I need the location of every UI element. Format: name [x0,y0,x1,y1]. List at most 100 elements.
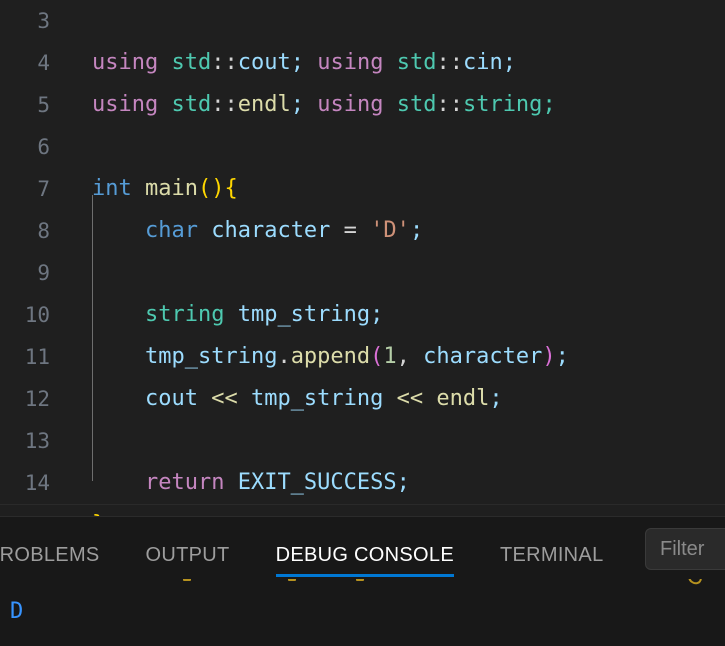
bottom-panel: PROBLEMS OUTPUT DEBUG CONSOLE TERMINAL Filt… [0,516,725,646]
code-line[interactable]: 11 tmp_string.append(1, character); [0,336,725,378]
code-line-text: using std::cout; using std::cin; [62,42,516,84]
code-token: ; [555,344,569,369]
code-line[interactable]: 9 [0,252,725,294]
code-token: tmp_string [144,344,278,369]
code-token: ; [370,302,384,327]
code-token: :: [211,50,238,75]
code-token: :: [436,50,463,75]
code-line[interactable]: 7 int main(){ [0,168,725,210]
vscode-window: 3 4 using std::cout; using std::cin; 5 using… [0,0,725,646]
line-number: 12 [24,387,50,411]
filter-placeholder: Filter [660,537,705,560]
code-token: cout [237,50,291,75]
code-token: . [277,344,291,369]
line-number: 9 [37,261,50,285]
panel-tab-problems[interactable]: PROBLEMS [0,544,100,579]
code-line[interactable]: 10 string tmp_string; [0,294,725,336]
code-token: cin [462,50,503,75]
code-token: 1 [383,344,397,369]
code-line-text: int main(){ [62,168,238,210]
code-token: endl [237,92,291,117]
code-line-text: string tmp_string; [62,294,383,336]
toolbar-mark-4-icon [685,579,705,587]
code-token: return [144,470,238,495]
filter-input[interactable]: Filter [645,528,725,570]
code-token: using [92,92,172,117]
panel-tab-terminal[interactable]: TERMINAL [500,544,604,579]
code-token: tmp_string [250,386,384,411]
console-output-line: D [10,599,24,624]
code-line[interactable]: 13 [0,420,725,462]
code-line[interactable]: 8 char character = 'D'; [0,210,725,252]
code-token: char [144,218,212,243]
code-token: = [330,218,371,243]
line-number: 11 [24,345,50,369]
code-token: ; [290,50,304,75]
code-token: << [383,386,437,411]
code-line[interactable]: 15} [0,504,725,516]
code-token: character [423,344,543,369]
code-token: append [290,344,371,369]
code-token: std [171,92,212,117]
code-line-text: cout << tmp_string << endl; [62,378,503,420]
code-token: 'D' [370,218,410,243]
line-number: 13 [24,429,50,453]
code-token: int [92,176,145,201]
line-number: 4 [37,51,50,75]
code-token: using [92,50,172,75]
line-number: 8 [37,219,50,243]
code-line-text: return EXIT_SUCCESS; [62,462,410,504]
code-editor[interactable]: 3 4 using std::cout; using std::cin; 5 using… [0,0,725,516]
code-token: ; [542,92,556,117]
code-line[interactable]: 12 cout << tmp_string << endl; [0,378,725,420]
code-token: using [317,92,397,117]
panel-tab-debug-console[interactable]: DEBUG CONSOLE [275,544,455,579]
toolbar-mark-1-icon [183,579,191,581]
code-token: std [396,92,437,117]
code-token: ; [396,470,410,495]
code-line-text: char character = 'D'; [62,210,423,252]
line-number: 10 [24,303,50,327]
code-line[interactable]: 14 return EXIT_SUCCESS; [0,462,725,504]
line-number: 14 [24,471,50,495]
code-token: << [197,386,251,411]
code-line[interactable]: 4 using std::cout; using std::cin; [0,42,725,84]
code-token: main [144,176,198,201]
code-token: character [211,218,331,243]
line-number: 6 [37,135,50,159]
code-line-text: tmp_string.append(1, character); [62,336,569,378]
debug-console-output[interactable]: D [0,589,725,646]
code-line[interactable]: 3 [0,0,725,42]
code-line[interactable]: 6 [0,126,725,168]
code-token: std [171,50,212,75]
line-number: 3 [37,9,50,33]
code-line[interactable]: 5 using std::endl; using std::string; [0,84,725,126]
code-token: tmp_string [237,302,371,327]
code-token: ; [290,92,304,117]
code-token: string [144,302,238,327]
panel-tab-bar[interactable]: PROBLEMS OUTPUT DEBUG CONSOLE TERMINAL Filt… [0,517,725,579]
line-number: 5 [37,93,50,117]
code-token: ( [370,344,384,369]
code-token: ) [542,344,556,369]
panel-actions-strip-clipped [0,579,725,589]
panel-tab-output[interactable]: OUTPUT [146,544,230,579]
code-token: , [396,344,424,369]
code-token: using [317,50,397,75]
code-token: ; [502,50,516,75]
code-token: () [197,176,225,201]
code-token: EXIT_SUCCESS [237,470,397,495]
toolbar-mark-3-icon [356,579,364,581]
code-line-text: } [62,504,105,516]
code-content[interactable]: 3 4 using std::cout; using std::cin; 5 using… [0,0,725,516]
code-token: :: [211,92,238,117]
code-token: ; [489,386,503,411]
code-token: ; [409,218,424,243]
line-number: 15 [0,504,62,516]
